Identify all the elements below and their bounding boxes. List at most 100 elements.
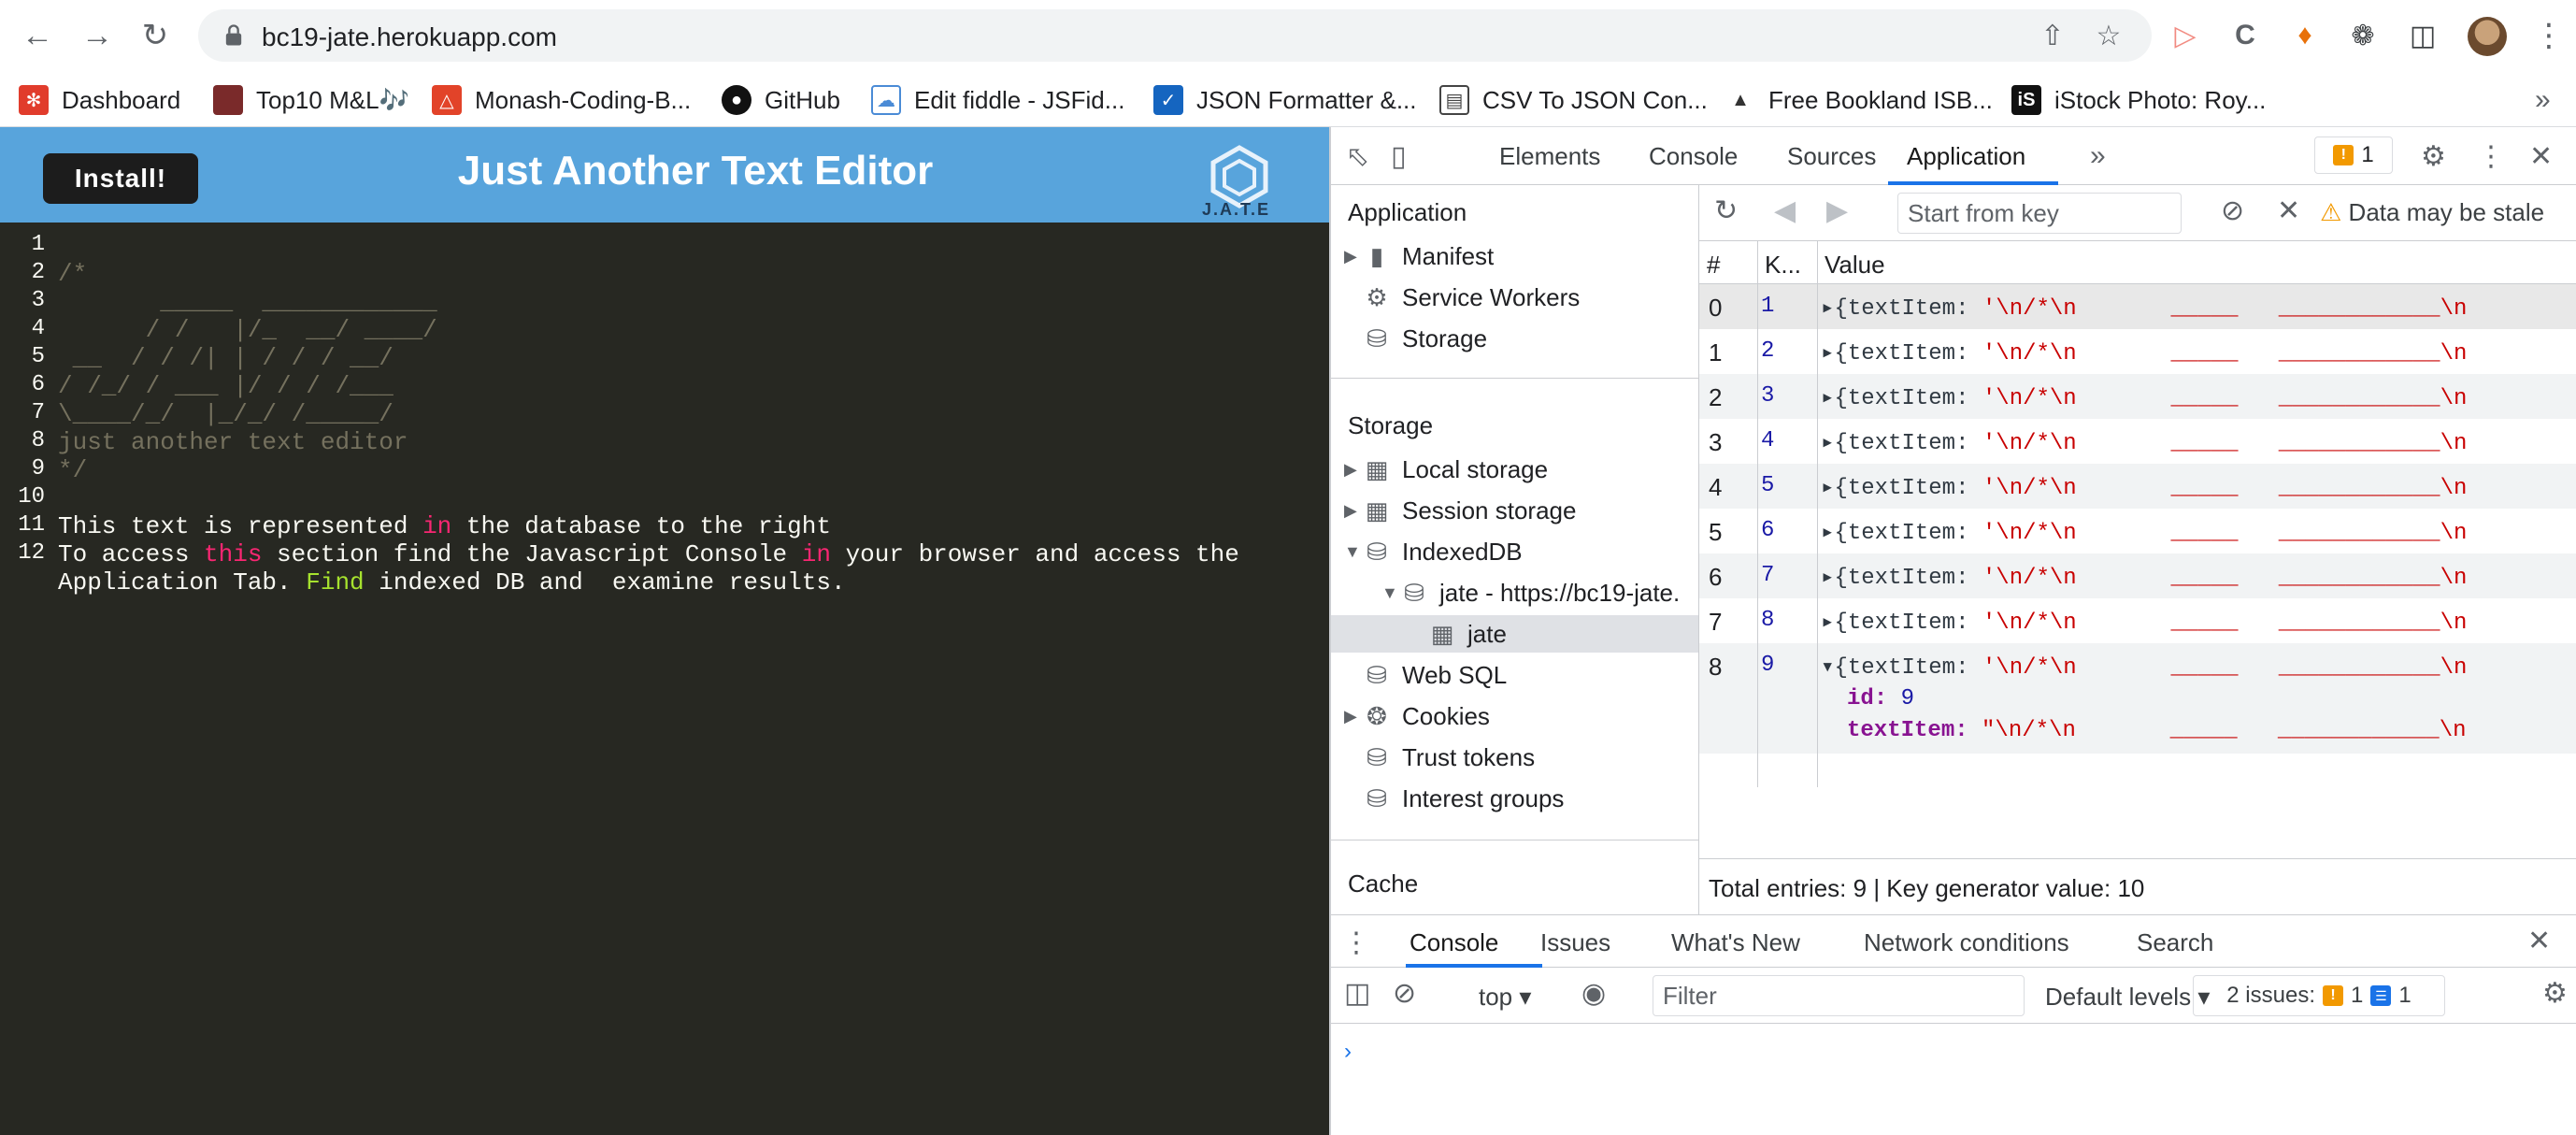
sidebar-item-web-sql[interactable]: ⛁ Web SQL	[1363, 656, 1507, 694]
row-value[interactable]: ▸{textItem: '\n/*\n _____ ____________\n	[1821, 608, 2467, 636]
bookmark-item[interactable]: ▲ Free Bookland ISB...	[1725, 82, 1993, 118]
row-value[interactable]: ▸{textItem: '\n/*\n _____ ____________\n	[1821, 294, 2467, 322]
table-row[interactable]: 1 2 ▸{textItem: '\n/*\n _____ ____________…	[1699, 329, 2576, 374]
bookmark-item[interactable]: ☁ Edit fiddle - JSFid...	[871, 82, 1124, 118]
chrome-menu-icon[interactable]: ⋮	[2533, 17, 2565, 54]
address-bar[interactable]: bc19-jate.herokuapp.com ⇧ ☆	[198, 9, 2152, 62]
table-row[interactable]: 3 4 ▸{textItem: '\n/*\n _____ ____________…	[1699, 419, 2576, 464]
bookmark-item[interactable]: ▤ CSV To JSON Con...	[1439, 82, 1708, 118]
context-selector[interactable]: top ▾	[1479, 983, 1531, 1012]
previous-page-icon[interactable]: ◀	[1774, 194, 1796, 227]
sidebar-item-jate-store[interactable]: ▦ jate	[1331, 615, 1698, 653]
sidebar-item-jate-db[interactable]: ▼ ⛁ jate - https://bc19-jate.	[1381, 574, 1680, 611]
forward-icon[interactable]: →	[79, 17, 116, 54]
row-value[interactable]: ▾{textItem: '\n/*\n _____ ____________\n	[1821, 653, 2467, 681]
sidebar-item-service-workers[interactable]: ⚙ Service Workers	[1363, 279, 1580, 316]
extension-play-icon[interactable]: ▷	[2167, 17, 2204, 54]
bookmark-item[interactable]: ✻ Dashboard	[19, 82, 180, 118]
expand-triangle-icon[interactable]: ▶	[1344, 501, 1363, 521]
next-page-icon[interactable]: ▶	[1826, 194, 1848, 227]
sidebar-item-interest-groups[interactable]: ⛁ Interest groups	[1363, 780, 1564, 817]
settings-gear-icon[interactable]: ⚙	[2421, 140, 2446, 173]
sidebar-item-cookies[interactable]: ▶ ❂ Cookies	[1344, 697, 1490, 735]
sidebar-item-local-storage[interactable]: ▶ ▦ Local storage	[1344, 451, 1548, 488]
expand-triangle-icon[interactable]: ▶	[1344, 460, 1363, 480]
extension-fox-icon[interactable]: ♦	[2286, 17, 2324, 54]
reload-icon[interactable]: ↻	[136, 17, 174, 54]
sidebar-item-storage[interactable]: ⛁ Storage	[1363, 320, 1487, 357]
profile-avatar[interactable]	[2468, 17, 2507, 56]
tab-elements[interactable]: Elements	[1499, 142, 1600, 171]
device-toolbar-icon[interactable]: ▯	[1391, 140, 1407, 173]
bookmark-star-icon[interactable]: ☆	[2094, 21, 2124, 51]
table-row[interactable]: 7 8 ▸{textItem: '\n/*\n _____ ____________…	[1699, 598, 2576, 643]
table-row[interactable]: 2 3 ▸{textItem: '\n/*\n _____ ____________…	[1699, 374, 2576, 419]
close-drawer-icon[interactable]: ✕	[2527, 925, 2551, 957]
table-row[interactable]: 4 5 ▸{textItem: '\n/*\n _____ ____________…	[1699, 464, 2576, 509]
drawer-tab-network-conditions[interactable]: Network conditions	[1864, 928, 2069, 957]
column-header-key[interactable]: K...	[1757, 241, 1817, 284]
row-value[interactable]: ▸{textItem: '\n/*\n _____ ____________\n	[1821, 428, 2467, 456]
column-header-value[interactable]: Value	[1817, 241, 2576, 284]
tab-sources[interactable]: Sources	[1787, 142, 1876, 171]
code-editor[interactable]: 1 2 3 4 5 6 7 8 9 10 11 12 /* _____ ____…	[0, 223, 1329, 1135]
start-from-key-input[interactable]: Start from key	[1897, 193, 2182, 234]
row-value[interactable]: ▸{textItem: '\n/*\n _____ ____________\n	[1821, 338, 2467, 366]
levels-dropdown[interactable]: Default levels ▾	[2045, 983, 2210, 1012]
drawer-tab-issues[interactable]: Issues	[1540, 928, 1610, 957]
more-tabs-icon[interactable]: »	[2090, 140, 2106, 172]
code-line: */	[58, 456, 88, 484]
close-devtools-icon[interactable]: ✕	[2529, 140, 2553, 173]
drawer-tab-whats-new[interactable]: What's New	[1671, 928, 1800, 957]
bookmark-item[interactable]: ● GitHub	[722, 82, 840, 118]
expand-triangle-icon[interactable]: ▶	[1344, 707, 1363, 726]
collapse-triangle-icon[interactable]: ▼	[1344, 542, 1363, 562]
table-row[interactable]: 6 7 ▸{textItem: '\n/*\n _____ ____________…	[1699, 553, 2576, 598]
sidebar-item-session-storage[interactable]: ▶ ▦ Session storage	[1344, 492, 1576, 529]
issues-badge[interactable]: ! 1	[2314, 136, 2393, 174]
row-value[interactable]: ▸{textItem: '\n/*\n _____ ____________\n	[1821, 383, 2467, 411]
clear-console-icon[interactable]: ⊘	[1393, 977, 1416, 1010]
devtools-menu-icon[interactable]: ⋮	[2477, 140, 2505, 173]
back-icon[interactable]: ←	[19, 17, 56, 54]
share-icon[interactable]: ⇧	[2038, 21, 2068, 51]
bookmark-item[interactable]: ✓ JSON Formatter &...	[1153, 82, 1417, 118]
sidebar-heading-application: Application	[1348, 198, 1467, 226]
url-text[interactable]: bc19-jate.herokuapp.com	[262, 22, 557, 52]
sidebar-item-trust-tokens[interactable]: ⛁ Trust tokens	[1363, 739, 1535, 776]
tab-application[interactable]: Application	[1907, 142, 2025, 171]
side-panel-icon[interactable]: ◫	[2404, 17, 2441, 54]
drawer-menu-icon[interactable]: ⋮	[1342, 927, 1370, 959]
drawer-tab-console[interactable]: Console	[1410, 928, 1498, 957]
bookmark-item[interactable]: △ Monash-Coding-B...	[432, 82, 691, 118]
extensions-puzzle-icon[interactable]: ❁	[2344, 17, 2382, 54]
sidebar-item-indexeddb[interactable]: ▼ ⛁ IndexedDB	[1344, 533, 1523, 570]
column-header-index[interactable]: #	[1699, 241, 1757, 284]
console-filter-input[interactable]: Filter	[1653, 975, 2025, 1016]
delete-selected-icon[interactable]: ✕	[2277, 194, 2300, 227]
bookmarks-overflow-icon[interactable]: »	[2535, 84, 2551, 116]
refresh-icon[interactable]: ↻	[1714, 194, 1738, 227]
table-row-expanded[interactable]: 8 9 ▾{textItem: '\n/*\n _____ __________…	[1699, 643, 2576, 754]
bookmark-item[interactable]: Top10 M&L🎶	[213, 82, 409, 118]
row-value[interactable]: ▸{textItem: '\n/*\n _____ ____________\n	[1821, 563, 2467, 591]
row-value[interactable]: ▸{textItem: '\n/*\n _____ ____________\n	[1821, 473, 2467, 501]
table-row[interactable]: 0 1 ▸{textItem: '\n/*\n _____ ____________…	[1699, 284, 2576, 329]
application-sidebar: Application ▶ ▮ Manifest ⚙ Service Workers …	[1331, 185, 1699, 914]
show-sidebar-icon[interactable]: ◫	[1344, 977, 1370, 1010]
clear-store-icon[interactable]: ⊘	[2221, 194, 2244, 227]
expand-triangle-icon[interactable]: ▶	[1344, 247, 1363, 266]
table-row[interactable]: 5 6 ▸{textItem: '\n/*\n _____ ____________…	[1699, 509, 2576, 553]
eye-icon[interactable]: ◉	[1581, 977, 1606, 1010]
collapse-triangle-icon[interactable]: ▼	[1381, 583, 1400, 603]
tab-console[interactable]: Console	[1649, 142, 1738, 171]
drawer-tab-search[interactable]: Search	[2137, 928, 2213, 957]
inspect-element-icon[interactable]: ⬁	[1346, 140, 1369, 173]
sidebar-item-manifest[interactable]: ▶ ▮ Manifest	[1344, 237, 1494, 275]
extension-c-icon[interactable]: C	[2226, 17, 2264, 54]
console-prompt-icon[interactable]: ›	[1344, 1039, 1352, 1065]
console-issues-badge[interactable]: 2 issues: ! 1 ☰ 1	[2193, 975, 2445, 1016]
row-value[interactable]: ▸{textItem: '\n/*\n _____ ____________\n	[1821, 518, 2467, 546]
console-settings-gear-icon[interactable]: ⚙	[2542, 977, 2568, 1010]
bookmark-item[interactable]: iS iStock Photo: Roy...	[2011, 82, 2266, 118]
